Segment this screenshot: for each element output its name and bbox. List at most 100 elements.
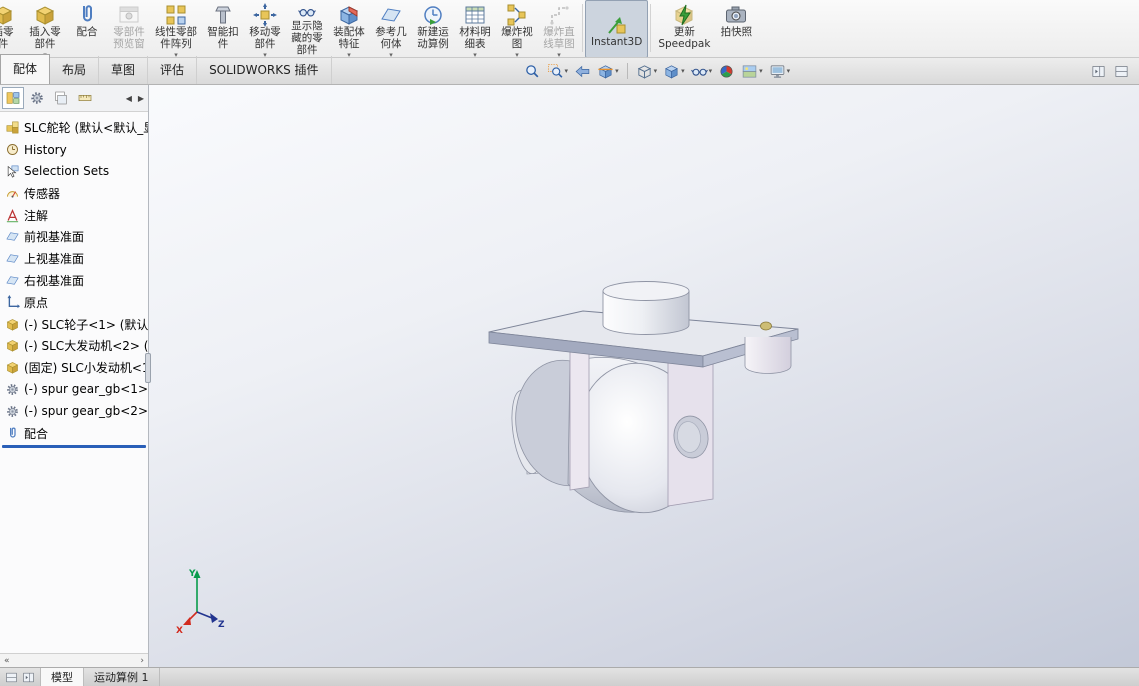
explode-line-sketch-button[interactable]: 爆炸直 线草图 ▾ [538,0,580,57]
tree-item-right-plane[interactable]: 右视基准面 [0,270,148,292]
tree-item-spur-gear-2[interactable]: (-) spur gear_gb<2> [0,400,148,422]
dropdown-arrow-icon[interactable]: ▾ [681,67,685,75]
origin-icon [5,295,20,310]
model-fork-left-plate[interactable] [569,337,590,491]
tree-item-origin[interactable]: 原点 [0,291,148,313]
tree-item-history[interactable]: History [0,139,148,161]
dropdown-arrow-icon[interactable]: ▾ [759,67,763,75]
show-hidden-components-button[interactable]: 显示隐 藏的零 部件 [286,0,328,57]
tree-item-assembly-root[interactable]: SLC舵轮 (默认<默认_显示 [0,117,148,139]
panel-scroll-right-icon[interactable]: › [140,656,144,666]
triad-z-arrow [210,613,218,623]
split-vertical-icon[interactable] [22,671,35,684]
split-pane-icon[interactable] [1091,64,1106,79]
tab-propertymanager[interactable] [26,87,48,109]
tree-item-component-wheel[interactable]: (-) SLC轮子<1> (默认 [0,313,148,335]
dropdown-arrow-icon[interactable]: ▾ [615,67,619,75]
dropdown-arrow-icon[interactable]: ▾ [565,67,569,75]
rollback-insert-bar[interactable] [2,444,146,448]
assembly-features-button[interactable]: 装配体 特征 ▾ [328,0,370,57]
dropdown-arrow-icon[interactable]: ▾ [787,67,791,75]
take-snapshot-button[interactable]: 拍快照 [715,0,757,57]
tab-layout[interactable]: 布局 [50,56,100,84]
tree-item-label: (-) spur gear_gb<2> [24,404,148,419]
sensors-icon [5,186,20,201]
split-horizontal-icon[interactable] [5,671,18,684]
panel-tab-strip: ◀ ▶ [0,85,148,112]
display-style-button[interactable]: ▾ [661,62,687,81]
insert-components-button[interactable]: 插入零 部件 ▾ [24,0,66,57]
tree-item-front-plane[interactable]: 前视基准面 [0,226,148,248]
tab-model[interactable]: 模型 [41,668,84,686]
panel-tab-scroll-right[interactable]: ▶ [136,94,146,103]
section-view-button[interactable]: ▾ [595,62,621,81]
previous-view-button[interactable] [572,62,593,81]
tab-dimxpert-manager[interactable] [74,87,96,109]
tab-configuration-manager[interactable] [50,87,72,109]
tab-evaluate[interactable]: 评估 [148,56,198,84]
component-icon [5,338,20,353]
tab-sketch[interactable]: 草图 [99,56,149,84]
tab-featuremanager-design-tree[interactable] [2,87,24,109]
linear-component-pattern-button[interactable]: 线性零部 件阵列 ▾ [150,0,202,57]
pattern-icon [163,3,189,27]
tab-solidworks-addins[interactable]: SOLIDWORKS 插件 [197,56,332,84]
mates-paperclip-icon [5,426,20,441]
model-fork-right-plate[interactable] [667,342,714,507]
ribbon-button-label: 配合 [76,26,98,38]
tree-item-label: 传感器 [24,186,61,201]
bill-of-materials-button[interactable]: 材料明 细表 ▾ [454,0,496,57]
apply-scene-button[interactable]: ▾ [739,62,765,81]
mate-button[interactable]: 配合 [66,0,108,57]
reference-geometry-button[interactable]: 参考几 何体 ▾ [370,0,412,57]
graphics-viewport[interactable]: Y X Z [0,85,1139,667]
instant3d-button[interactable]: Instant3D [585,0,649,57]
ribbon-button-label: 材料明 细表 [459,26,491,50]
view-settings-button[interactable]: ▾ [767,62,793,81]
motion-study-tab-bar: 模型 运动算例 1 [0,667,1139,686]
zoom-to-fit-button[interactable] [522,62,543,81]
dropdown-arrow-icon[interactable]: ▾ [654,67,658,75]
panel-tab-scroll-left[interactable]: ◀ [124,94,134,103]
tree-item-sensors[interactable]: 传感器 [0,182,148,204]
view-orientation-button[interactable]: ▾ [634,62,660,81]
panel-horizontal-scrollbar[interactable]: « › [0,653,148,667]
view-orientation-cube-icon [636,63,653,80]
model-screw[interactable] [760,321,772,331]
hide-show-items-button[interactable]: ▾ [689,62,715,81]
update-speedpak-button[interactable]: 更新 Speedpak [653,0,715,57]
zoom-to-area-button[interactable]: ▾ [545,62,571,81]
dimxpert-manager-icon [77,90,93,106]
edit-component-button[interactable]: 插零 件 [0,0,24,57]
edit-appearance-button[interactable] [716,62,737,81]
move-component-button[interactable]: 移动零 部件 ▾ [244,0,286,57]
configuration-manager-icon [53,90,69,106]
show-hide-glasses-icon [294,3,320,21]
collapse-pane-icon[interactable] [1114,64,1129,79]
tab-motion-study-1[interactable]: 运动算例 1 [84,668,160,686]
model-top-cylinder[interactable] [602,281,690,335]
tree-item-annotations[interactable]: 注解 [0,204,148,226]
tree-item-top-plane[interactable]: 上视基准面 [0,248,148,270]
panel-splitter-grip[interactable] [145,353,151,383]
ribbon-button-label: 零部件 预览窗 [113,26,145,50]
new-motion-study-button[interactable]: 新建运 动算例 [412,0,454,57]
tree-item-component-small-motor[interactable]: (固定) SLC小发动机<1 [0,357,148,379]
view-settings-monitor-icon [769,63,786,80]
3d-model-caster-wheel[interactable]: Y X Z [0,85,1139,667]
tree-item-selection-sets[interactable]: Selection Sets [0,161,148,183]
component-icon [5,317,20,332]
panel-scroll-far-left-icon[interactable]: « [4,656,10,666]
tree-item-spur-gear-1[interactable]: (-) spur gear_gb<1> [0,379,148,401]
component-preview-window-button[interactable]: 零部件 预览窗 [108,0,150,57]
previous-view-icon [574,63,591,80]
plane-icon [5,251,20,266]
tree-item-mates[interactable]: 配合 [0,422,148,444]
dropdown-arrow-icon[interactable]: ▾ [709,67,713,75]
smart-fasteners-button[interactable]: 智能扣 件 [202,0,244,57]
model-right-small-cylinder[interactable] [744,337,792,374]
tab-assembly[interactable]: 配体 [0,54,51,84]
exploded-view-button[interactable]: 爆炸视 图 ▾ [496,0,538,57]
heads-up-view-toolbar: ▾ ▾ ▾ ▾ ▾ ▾ ▾ [522,62,793,81]
tree-item-component-big-motor[interactable]: (-) SLC大发动机<2> ( [0,335,148,357]
